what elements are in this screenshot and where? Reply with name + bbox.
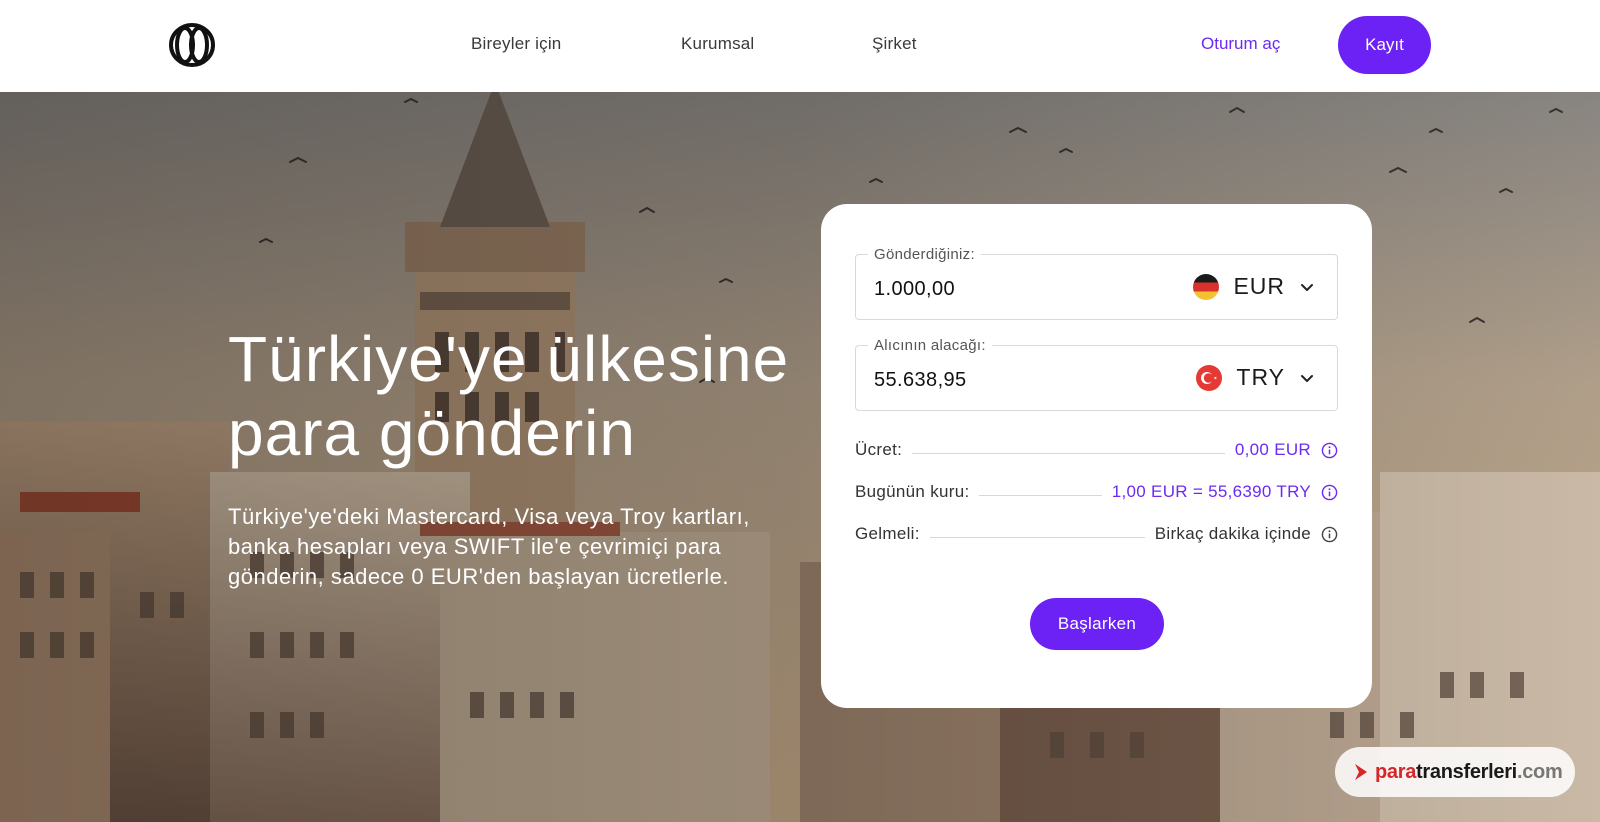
transfer-calculator-card: Gönderdiğiniz: 1.000,00 EUR Alıcının ala… (821, 204, 1372, 708)
nav-bireyler[interactable]: Bireyler için (471, 34, 561, 54)
info-icon[interactable] (1321, 442, 1338, 459)
top-navigation: Bireyler için Kurumsal Şirket Oturum aç … (0, 0, 1600, 92)
signup-button[interactable]: Kayıt (1338, 16, 1431, 74)
hero-title: Türkiye'ye ülkesine para gönderin (228, 323, 790, 469)
receive-amount-value[interactable]: 55.638,95 (874, 369, 967, 392)
play-arrow-icon (1355, 764, 1367, 780)
send-amount-field[interactable]: Gönderdiğiniz: 1.000,00 EUR (855, 246, 1338, 320)
germany-flag-icon (1193, 273, 1220, 300)
hero-subtitle: Türkiye'ye'deki Mastercard, Visa veya Tr… (228, 504, 750, 589)
watermark-text-b: transferleri (1416, 760, 1517, 783)
paratransferleri-watermark: paratransferleri.com (1335, 747, 1575, 797)
send-currency-select[interactable]: EUR (1193, 273, 1315, 300)
send-amount-value[interactable]: 1.000,00 (874, 278, 955, 301)
receive-amount-label: Alıcının alacağı: (868, 337, 992, 354)
eta-label: Gelmeli: (855, 524, 920, 543)
turkey-flag-icon (1196, 364, 1223, 391)
receive-currency-select[interactable]: TRY (1196, 364, 1315, 391)
rate-row: Bugünün kuru: 1,00 EUR = 55,6390 TRY (855, 480, 1338, 504)
dotted-divider (979, 494, 1102, 496)
send-amount-label: Gönderdiğiniz: (868, 246, 981, 263)
eta-value: Birkaç dakika içinde (1154, 524, 1311, 543)
dotted-divider (912, 452, 1225, 454)
receive-amount-field[interactable]: Alıcının alacağı: 55.638,95 TRY (855, 337, 1338, 411)
receive-currency-code: TRY (1236, 364, 1285, 390)
chevron-down-icon (1301, 283, 1313, 291)
fee-label: Ücret: (855, 440, 903, 459)
rate-label: Bugünün kuru: (855, 482, 970, 501)
fee-value: 0,00 EUR (1234, 440, 1311, 459)
get-started-button[interactable]: Başlarken (1030, 598, 1164, 650)
login-link[interactable]: Oturum aç (1201, 34, 1280, 54)
chevron-down-icon (1301, 374, 1313, 382)
nav-sirket[interactable]: Şirket (872, 34, 917, 54)
watermark-text-a: para (1375, 760, 1417, 783)
brand-logo-icon[interactable] (168, 23, 216, 67)
info-icon[interactable] (1321, 484, 1338, 501)
rate-value: 1,00 EUR = 55,6390 TRY (1111, 482, 1311, 501)
dotted-divider (929, 536, 1145, 538)
send-currency-code: EUR (1233, 273, 1285, 299)
nav-kurumsal[interactable]: Kurumsal (681, 34, 754, 54)
watermark-text-c: .com (1516, 760, 1563, 783)
info-icon[interactable] (1321, 526, 1338, 543)
fee-row: Ücret: 0,00 EUR (855, 438, 1338, 462)
eta-row: Gelmeli: Birkaç dakika içinde (855, 522, 1338, 546)
